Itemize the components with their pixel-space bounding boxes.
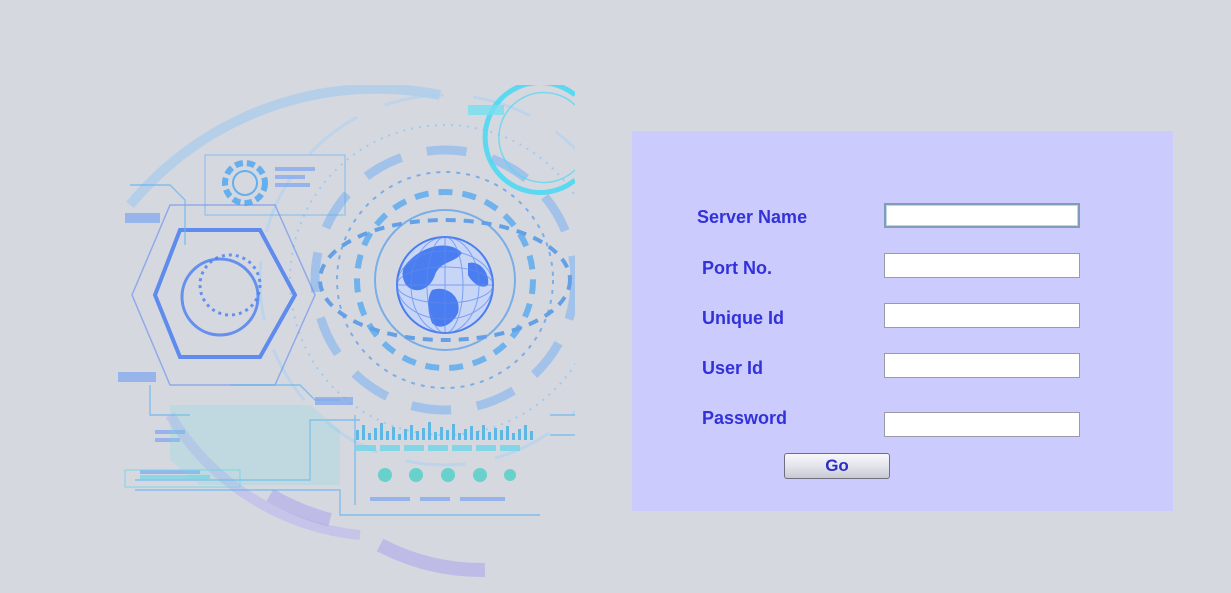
server-name-field[interactable] bbox=[884, 203, 1080, 228]
globe-tech-icon bbox=[118, 85, 575, 578]
unique-id-label: Unique Id bbox=[702, 308, 784, 328]
port-no-field[interactable] bbox=[884, 253, 1080, 278]
password-label: Password bbox=[702, 408, 788, 428]
port-no-label: Port No. bbox=[702, 258, 772, 278]
login-panel: Server Name Port No. Unique Id User Id P… bbox=[632, 131, 1173, 511]
password-field[interactable] bbox=[884, 412, 1080, 437]
unique-id-field[interactable] bbox=[884, 303, 1080, 328]
tech-globe-illustration bbox=[110, 85, 575, 580]
server-name-label: Server Name bbox=[697, 207, 808, 227]
user-id-field[interactable] bbox=[884, 353, 1080, 378]
user-id-label: User Id bbox=[702, 358, 764, 378]
go-button[interactable]: Go bbox=[784, 453, 890, 479]
